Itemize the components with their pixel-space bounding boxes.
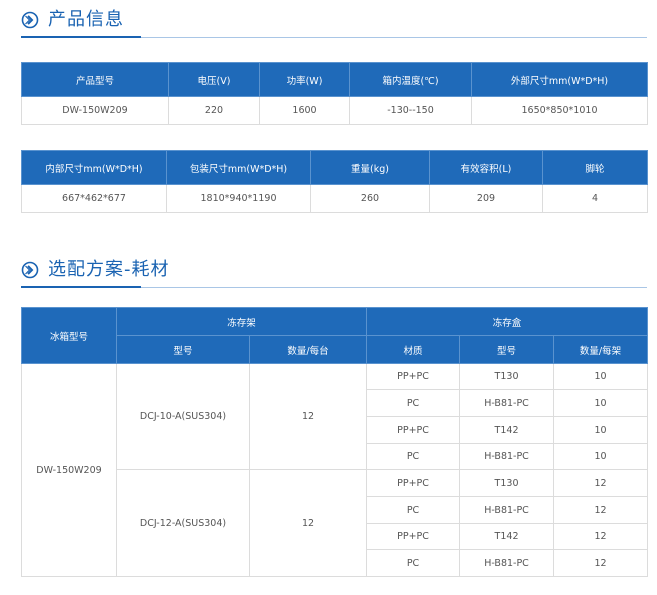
table-cell: 260: [310, 184, 430, 213]
table-header-cell: 产品型号: [21, 62, 169, 97]
table-header-cell: 冰箱型号: [21, 307, 117, 364]
chevron-right-circle-icon: [21, 261, 39, 279]
table-cell: 12: [248, 363, 368, 470]
table-cell: DW-150W209: [21, 96, 169, 125]
table-cell: H-B81-PC: [459, 549, 555, 577]
table-header-cell: 包装尺寸mm(W*D*H): [166, 150, 311, 185]
table-cell: T142: [459, 523, 555, 550]
table-header-cell: 箱内温度(℃): [349, 62, 472, 97]
table-header-cell: 冻存盒: [366, 307, 649, 336]
table-cell: T130: [459, 469, 555, 497]
table-header-cell: 功率(W): [259, 62, 350, 97]
table-cell: -130--150: [349, 96, 472, 125]
section-header-product-info: 产品信息: [21, 2, 647, 38]
table-cell: PC: [366, 496, 461, 524]
table-cell: 4: [542, 184, 648, 213]
table-cell: T130: [459, 363, 555, 390]
table-cell: DCJ-12-A(SUS304): [116, 469, 250, 577]
table-header-cell: 脚轮: [542, 150, 648, 185]
table-header-cell: 型号: [116, 335, 250, 364]
section-divider-accent: [21, 36, 141, 38]
table-cell: 10: [553, 389, 649, 417]
consumables-table: 冰箱型号 冻存架 冻存盒 型号 数量/每台 材质 型号 数量/每架 DW-150…: [21, 307, 649, 577]
spec-table-2: 内部尺寸mm(W*D*H) 包装尺寸mm(W*D*H) 重量(kg) 有效容积(…: [21, 150, 648, 213]
table-header-cell: 型号: [459, 335, 555, 364]
table-header-cell: 数量/每台: [248, 335, 368, 364]
table-cell: 12: [553, 523, 649, 550]
table-cell: DW-150W209: [21, 363, 117, 577]
table-header-row: 产品型号 电压(V) 功率(W) 箱内温度(℃) 外部尺寸mm(W*D*H): [21, 62, 648, 97]
table-cell: PP+PC: [366, 416, 461, 444]
table-row: DW-150W209 DCJ-10-A(SUS304) 12 PP+PC T13…: [21, 363, 649, 577]
table-header-cell: 有效容积(L): [429, 150, 543, 185]
section-title: 选配方案-耗材: [48, 259, 170, 280]
table-header-cell: 材质: [366, 335, 461, 364]
table-header-cell: 外部尺寸mm(W*D*H): [471, 62, 648, 97]
table-header-cell: 冻存架: [115, 307, 368, 336]
table-cell: 1600: [259, 96, 350, 125]
table-cell: DCJ-10-A(SUS304): [116, 363, 250, 470]
table-header-cell: 电压(V): [168, 62, 260, 97]
spec-table-1: 产品型号 电压(V) 功率(W) 箱内温度(℃) 外部尺寸mm(W*D*H) D…: [21, 62, 648, 125]
table-cell: 10: [553, 443, 649, 470]
table-cell: 12: [553, 549, 649, 577]
table-cell: H-B81-PC: [459, 443, 555, 470]
section-divider-accent: [21, 286, 141, 288]
table-cell: PP+PC: [366, 523, 461, 550]
table-cell: H-B81-PC: [459, 389, 555, 417]
table-cell: H-B81-PC: [459, 496, 555, 524]
table-row: 667*462*677 1810*940*1190 260 209 4: [21, 184, 648, 213]
table-header-cell: 重量(kg): [310, 150, 430, 185]
table-cell: 12: [248, 469, 368, 577]
table-cell: 1650*850*1010: [471, 96, 648, 125]
table-cell: 1810*940*1190: [166, 184, 311, 213]
table-cell: 10: [553, 363, 649, 390]
table-cell: 220: [168, 96, 260, 125]
section-header-consumables: 选配方案-耗材: [21, 252, 647, 288]
table-cell: 12: [553, 496, 649, 524]
table-header-cell: 内部尺寸mm(W*D*H): [21, 150, 167, 185]
section-title: 产品信息: [48, 9, 124, 30]
table-cell: PP+PC: [366, 363, 461, 390]
table-cell: 209: [429, 184, 543, 213]
table-cell: PC: [366, 443, 461, 470]
table-cell: 10: [553, 416, 649, 444]
table-cell: T142: [459, 416, 555, 444]
table-header-cell: 数量/每架: [553, 335, 649, 364]
table-cell: PP+PC: [366, 469, 461, 497]
table-header-row: 内部尺寸mm(W*D*H) 包装尺寸mm(W*D*H) 重量(kg) 有效容积(…: [21, 150, 648, 185]
table-cell: PC: [366, 389, 461, 417]
table-cell: 667*462*677: [21, 184, 167, 213]
table-row: DW-150W209 220 1600 -130--150 1650*850*1…: [21, 96, 648, 125]
chevron-right-circle-icon: [21, 11, 39, 29]
table-cell: 12: [553, 469, 649, 497]
table-cell: PC: [366, 549, 461, 577]
table-header-row: 冰箱型号 冻存架 冻存盒: [21, 307, 649, 364]
